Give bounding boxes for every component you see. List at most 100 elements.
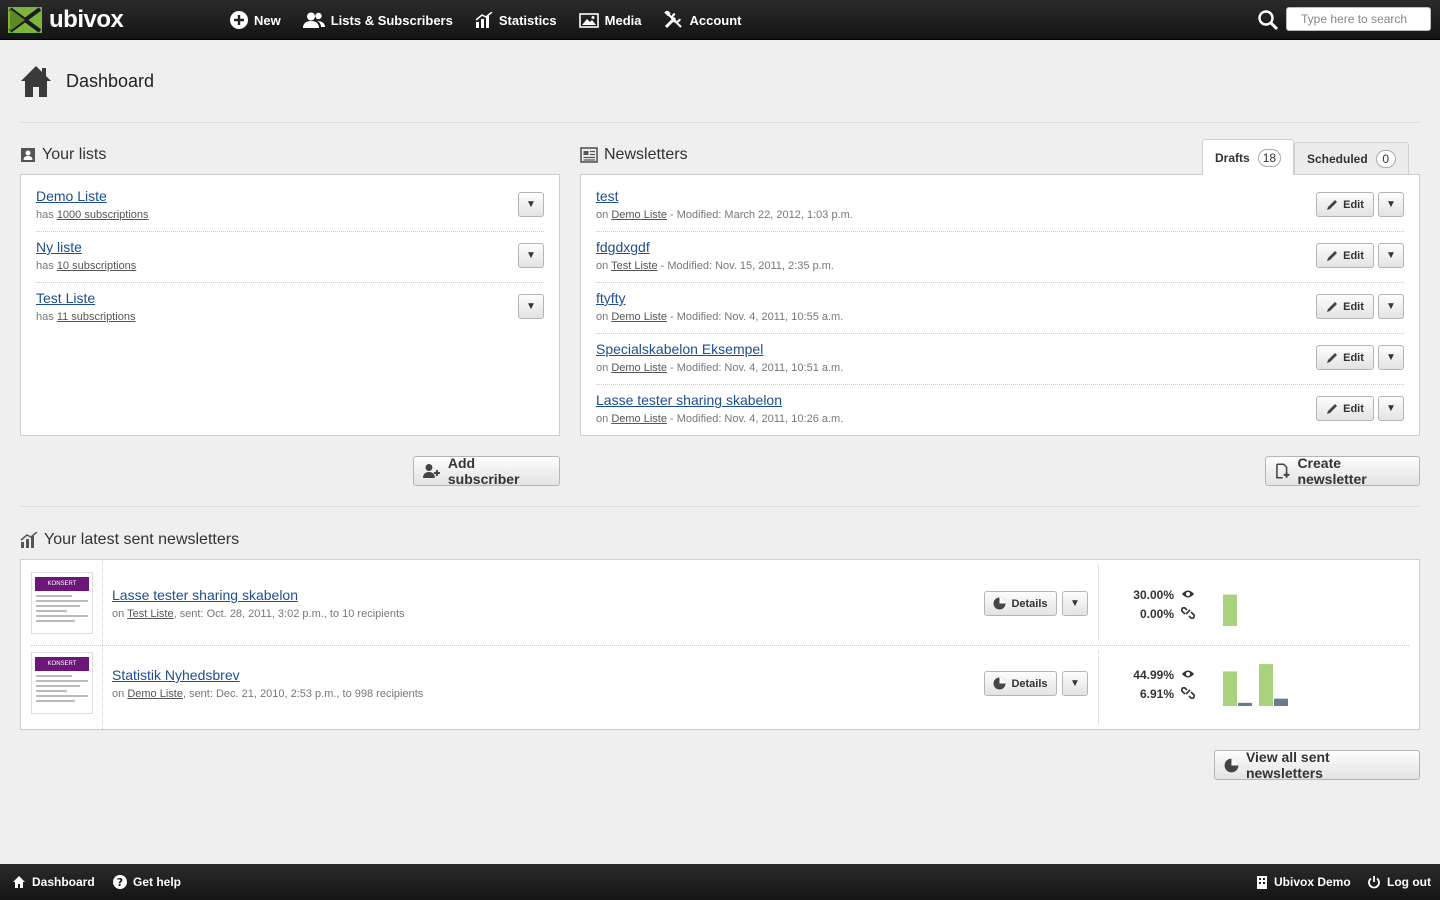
- newsletters-panel: test on Demo Liste - Modified: March 22,…: [580, 174, 1420, 436]
- lists-panel: Demo Liste has 1000 subscriptions ▼ Ny l…: [20, 174, 560, 436]
- lists-section-title: Your lists: [20, 146, 106, 164]
- svg-text:?: ?: [117, 876, 123, 889]
- nav-media[interactable]: Media: [578, 12, 642, 28]
- pencil-icon: [1327, 301, 1338, 312]
- nav-account[interactable]: Account: [663, 11, 742, 29]
- list-name[interactable]: Test Liste: [36, 290, 95, 306]
- list-subscriptions-link[interactable]: 11 subscriptions: [57, 311, 136, 323]
- footer-logout[interactable]: Log out: [1367, 864, 1431, 900]
- create-newsletter-button[interactable]: Create newsletter: [1265, 455, 1420, 487]
- logo[interactable]: ubivox: [8, 6, 124, 34]
- newsletter-info: on Test Liste - Modified: Nov. 15, 2011,…: [596, 260, 834, 272]
- column-divider: [1098, 565, 1099, 640]
- edit-label: Edit: [1343, 198, 1364, 211]
- open-rate-bar: [1223, 594, 1237, 626]
- edit-label: Edit: [1343, 300, 1364, 313]
- top-bar: ubivox New Lists & Subscribers Statistic…: [0, 0, 1440, 40]
- chevron-down-icon: ▼: [1386, 301, 1396, 312]
- newsletter-name[interactable]: Specialskabelon Eksempel: [596, 341, 763, 357]
- add-subscriber-label: Add subscriber: [447, 455, 520, 487]
- nav-statistics[interactable]: Statistics: [475, 12, 557, 28]
- edit-button[interactable]: Edit: [1316, 396, 1374, 421]
- sent-list-link[interactable]: Test Liste: [127, 608, 173, 620]
- list-item: Demo Liste has 1000 subscriptions ▼: [36, 175, 544, 226]
- footer-dashboard[interactable]: Dashboard: [12, 864, 95, 900]
- newsletter-menu-button[interactable]: ▼: [1378, 345, 1404, 370]
- newsletter-list-link[interactable]: Demo Liste: [611, 413, 667, 425]
- newsletter-menu-button[interactable]: ▼: [1378, 192, 1404, 217]
- users-icon: [302, 12, 325, 28]
- ubivox-logo-icon: [8, 7, 42, 33]
- newsletter-menu-button[interactable]: ▼: [1378, 294, 1404, 319]
- power-icon: [1368, 876, 1380, 889]
- statistics-icon: [20, 532, 38, 548]
- footer-dashboard-label: Dashboard: [32, 875, 95, 889]
- sent-section-title: Your latest sent newsletters: [20, 531, 239, 549]
- newsletter-info: on Demo Liste - Modified: Nov. 4, 2011, …: [596, 413, 844, 425]
- add-subscriber-button[interactable]: Add subscriber: [413, 455, 560, 487]
- pie-chart-icon: [1224, 758, 1239, 772]
- chevron-down-icon: ▼: [1386, 352, 1396, 363]
- list-menu-button[interactable]: ▼: [518, 192, 544, 217]
- list-menu-button[interactable]: ▼: [518, 243, 544, 268]
- chevron-down-icon: ▼: [526, 301, 536, 312]
- edit-label: Edit: [1343, 351, 1364, 364]
- edit-button[interactable]: Edit: [1316, 243, 1374, 268]
- newsletter-thumbnail[interactable]: KONSERT: [31, 572, 93, 634]
- nav-lists-subscribers[interactable]: Lists & Subscribers: [302, 12, 453, 28]
- details-button[interactable]: Details: [984, 591, 1057, 616]
- edit-label: Edit: [1343, 402, 1364, 415]
- nav-new[interactable]: New: [230, 11, 281, 29]
- edit-button[interactable]: Edit: [1316, 294, 1374, 319]
- sent-newsletter-name[interactable]: Lasse tester sharing skabelon: [112, 587, 298, 603]
- edit-button[interactable]: Edit: [1316, 345, 1374, 370]
- sent-newsletter-name[interactable]: Statistik Nyhedsbrev: [112, 667, 240, 683]
- list-name[interactable]: Demo Liste: [36, 188, 107, 204]
- tab-scheduled[interactable]: Scheduled 0: [1294, 142, 1409, 174]
- list-subscriptions-link[interactable]: 10 subscriptions: [57, 260, 137, 272]
- newsletter-thumbnail[interactable]: KONSERT: [31, 652, 93, 714]
- list-subscriptions-link[interactable]: 1000 subscriptions: [57, 209, 149, 221]
- thumbnail-lines: [36, 595, 88, 625]
- newsletter-list-link[interactable]: Test Liste: [611, 260, 657, 272]
- view-all-sent-button[interactable]: View all sent newsletters: [1214, 749, 1420, 781]
- newsletter-menu-button[interactable]: ▼: [1378, 243, 1404, 268]
- list-name[interactable]: Ny liste: [36, 239, 82, 255]
- list-menu-button[interactable]: ▼: [518, 294, 544, 319]
- add-user-icon: [423, 464, 440, 478]
- newsletter-name[interactable]: fdgdxgdf: [596, 239, 650, 255]
- tools-icon: [663, 11, 682, 29]
- newsletter-menu-button[interactable]: ▼: [1378, 396, 1404, 421]
- sent-list-link[interactable]: Demo Liste: [127, 688, 183, 700]
- chevron-down-icon: ▼: [1386, 199, 1396, 210]
- newsletter-info: on Demo Liste - Modified: Nov. 4, 2011, …: [596, 311, 844, 323]
- tab-drafts[interactable]: Drafts 18: [1202, 139, 1295, 175]
- pencil-icon: [1327, 352, 1338, 363]
- view-all-sent-label: View all sent newsletters: [1245, 749, 1330, 781]
- details-button[interactable]: Details: [984, 671, 1057, 696]
- newsletter-name[interactable]: ftyfty: [596, 290, 626, 306]
- sent-menu-button[interactable]: ▼: [1062, 671, 1088, 696]
- sent-menu-button[interactable]: ▼: [1062, 591, 1088, 616]
- footer-account[interactable]: Ubivox Demo: [1256, 864, 1351, 900]
- edit-button[interactable]: Edit: [1316, 192, 1374, 217]
- column-divider: [102, 560, 103, 645]
- list-info: has 10 subscriptions: [36, 260, 137, 272]
- list-info: has 1000 subscriptions: [36, 209, 149, 221]
- image-icon: [578, 13, 599, 28]
- bar-chart-icon: [475, 12, 493, 28]
- newsletter-list-link[interactable]: Demo Liste: [611, 209, 667, 221]
- search-input[interactable]: [1286, 7, 1431, 31]
- eye-icon: [1182, 590, 1194, 598]
- details-label: Details: [1011, 597, 1048, 610]
- divider: [20, 122, 1420, 123]
- page-header: Dashboard: [20, 64, 154, 98]
- nav-media-label: Media: [604, 12, 642, 28]
- page-title: Dashboard: [66, 70, 155, 91]
- footer-help[interactable]: ? Get help: [113, 864, 181, 900]
- newsletter-list-link[interactable]: Demo Liste: [611, 362, 667, 374]
- newsletter-name[interactable]: test: [596, 188, 619, 204]
- search-icon[interactable]: [1257, 9, 1279, 31]
- newsletter-list-link[interactable]: Demo Liste: [611, 311, 667, 323]
- newsletter-name[interactable]: Lasse tester sharing skabelon: [596, 392, 782, 408]
